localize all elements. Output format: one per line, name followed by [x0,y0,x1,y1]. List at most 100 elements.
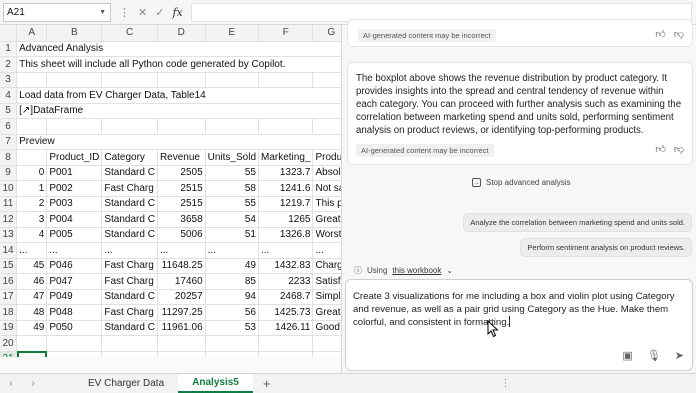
chevron-down-icon[interactable]: ▼ [99,9,106,16]
cell[interactable]: Fast Charg [101,304,158,321]
cell[interactable]: 49 [16,320,48,336]
cell[interactable]: 5006 [157,227,206,243]
cell[interactable]: P047 [46,273,103,290]
cell[interactable]: Fast Charg [101,273,158,290]
cell[interactable]: ... [157,242,206,259]
cell[interactable] [205,72,260,88]
cell[interactable] [46,335,103,352]
cell[interactable]: 55 [205,165,260,181]
cell[interactable]: 1 [16,180,48,197]
cell[interactable]: 85 [205,273,260,290]
prompt-composer[interactable]: Create 3 visualizations for me including… [345,279,693,371]
cell[interactable]: 4 [16,227,48,243]
cell[interactable]: 17460 [157,273,206,290]
suggestion-correlation[interactable]: Analyze the correlation between marketin… [463,213,692,232]
row-header[interactable]: 10 [0,180,18,197]
cell[interactable]: 11961.06 [157,320,206,336]
cell[interactable]: Standard C [101,289,158,305]
row-header[interactable]: 6 [0,118,18,135]
cell[interactable]: Units_Sold [205,149,260,166]
cell[interactable]: 56 [205,304,260,321]
sheet-tab-analysis5[interactable]: Analysis5 [178,374,253,393]
scroll-tabs-left-icon[interactable]: ‹ [0,378,22,389]
row-header[interactable]: 19 [0,320,18,336]
cell[interactable]: Fast Charg [101,180,158,197]
row-header[interactable]: 1 [0,41,18,57]
cell[interactable]: Standard C [101,227,158,243]
cell[interactable]: Standard C [101,211,158,228]
cell[interactable] [16,72,48,88]
row-header[interactable]: 9 [0,165,18,181]
cell[interactable]: P003 [46,196,103,212]
cell[interactable]: Standard C [101,165,158,181]
cell[interactable]: P005 [46,227,103,243]
cell[interactable]: 2468.7 [258,289,314,305]
send-icon[interactable]: ➤ [675,349,684,362]
cell[interactable]: 48 [16,304,48,321]
cell[interactable] [205,335,260,352]
cell[interactable] [46,72,103,88]
thumbs-down-icon[interactable]: 👎︎ [674,143,684,155]
cell[interactable] [16,149,48,166]
cell[interactable] [16,118,48,135]
row-header[interactable]: 8 [0,149,18,166]
cell[interactable] [157,72,206,88]
column-header-a[interactable]: A [16,25,48,42]
cell[interactable]: 3658 [157,211,206,228]
cell[interactable] [157,335,206,352]
microphone-icon[interactable]: 🎙︎ [647,349,661,362]
cell[interactable]: P048 [46,304,103,321]
cell[interactable]: 54 [205,211,260,228]
cell[interactable]: 1241.6 [258,180,314,197]
cell[interactable]: 2233 [258,273,314,290]
cell[interactable]: 2515 [157,180,206,197]
row-header[interactable]: 5 [0,103,18,119]
row-header[interactable]: 12 [0,211,18,228]
cell[interactable] [101,335,158,352]
scroll-tabs-right-icon[interactable]: › [22,378,44,389]
cell[interactable]: Standard C [101,196,158,212]
cell[interactable]: P001 [46,165,103,181]
cell[interactable]: 51 [205,227,260,243]
row-header[interactable]: 2 [0,56,18,73]
column-header-b[interactable]: B [46,25,103,42]
prompt-input[interactable]: Create 3 visualizations for me including… [353,290,688,329]
cell[interactable]: 1432.83 [258,258,314,274]
cell[interactable] [157,118,206,135]
prompt-guide-icon[interactable]: ▣ [622,349,632,362]
row-header[interactable]: 15 [0,258,18,274]
cell[interactable]: ... [46,242,103,259]
row-header[interactable]: 20 [0,335,18,352]
cell[interactable]: 45 [16,258,48,274]
cell[interactable]: 1426.11 [258,320,314,336]
cell[interactable] [46,118,103,135]
row-header[interactable]: 18 [0,304,18,321]
row-header[interactable]: 4 [0,87,18,104]
cell[interactable]: 47 [16,289,48,305]
cell[interactable]: ... [101,242,158,259]
cell[interactable]: 46 [16,273,48,290]
row-header[interactable]: 3 [0,72,18,88]
cancel-icon[interactable]: ✕ [138,6,147,19]
cell[interactable]: P049 [46,289,103,305]
cell[interactable]: 3 [16,211,48,228]
row-header[interactable]: 17 [0,289,18,305]
thumbs-up-icon[interactable]: 👍︎ [655,28,665,40]
enter-icon[interactable]: ✓ [155,6,164,19]
cell[interactable]: ... [16,242,48,259]
row-header[interactable]: 14 [0,242,18,259]
cell[interactable]: Advanced Analysis [16,41,350,57]
cell[interactable]: 11648.25 [157,258,206,274]
cell[interactable]: 49 [205,258,260,274]
cell[interactable]: Preview [16,134,350,150]
cell[interactable]: 1265 [258,211,314,228]
suggestion-sentiment[interactable]: Perform sentiment analysis on product re… [520,238,692,257]
cell[interactable]: Standard C [101,320,158,336]
context-selector[interactable]: ⓘ Using this workbook ⌄ [354,265,453,276]
cell[interactable]: Revenue [157,149,206,166]
thumbs-up-icon[interactable]: 👍︎ [655,143,665,155]
select-all-corner[interactable] [0,25,18,42]
row-header[interactable]: 13 [0,227,18,243]
cell[interactable]: Product_ID [46,149,103,166]
context-link[interactable]: this workbook [392,266,441,275]
